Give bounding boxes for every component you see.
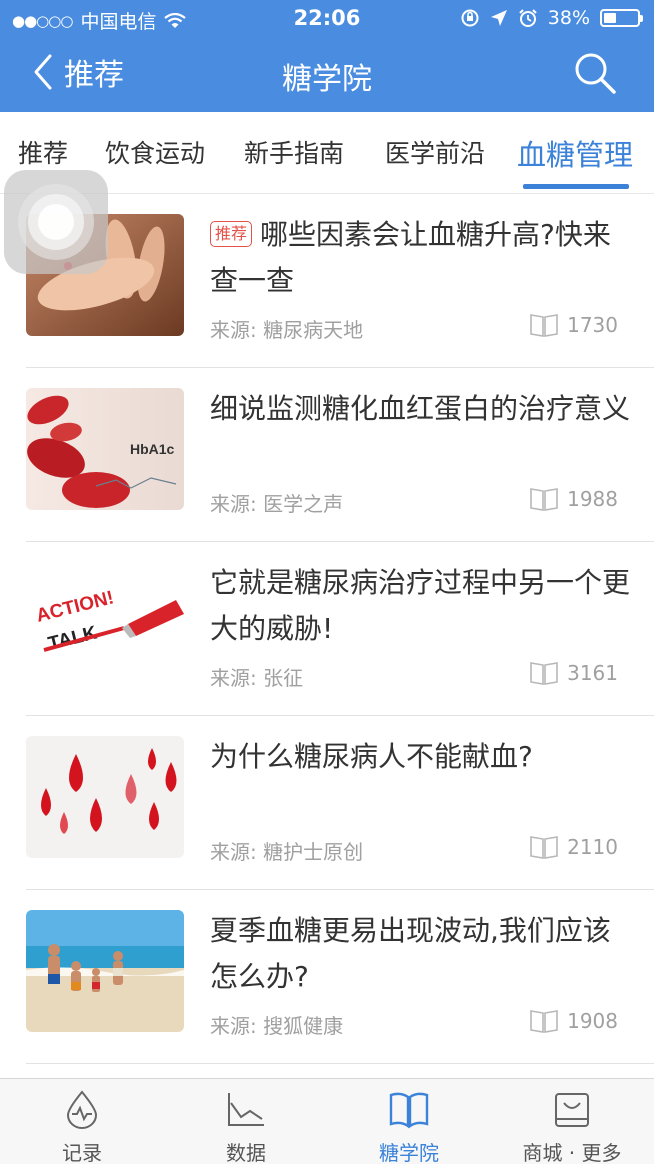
article-source: 来源: 医学之声: [210, 492, 344, 516]
tabbar-record[interactable]: 记录: [0, 1079, 164, 1164]
read-count-value: 1908: [567, 1009, 618, 1033]
article-title-text: 哪些因素会让血糖升高?快来查一查: [210, 218, 611, 297]
tab-medical-frontier[interactable]: 医学前沿: [385, 134, 485, 170]
article-source: 来源: 张征: [210, 666, 304, 690]
article-thumbnail: ACTION! TALK: [26, 562, 184, 684]
hba1c-label: HbA1c: [130, 441, 175, 457]
line-chart-icon: [228, 1093, 264, 1126]
battery-icon: [600, 9, 643, 27]
article-thumbnail: [26, 736, 184, 858]
list-item[interactable]: ACTION! TALK 它就是糖尿病治疗过程中另一个更大的威胁! 来源: 张征…: [26, 542, 654, 716]
list-item[interactable]: HbA1c 细说监测糖化血红蛋白的治疗意义 来源: 医学之声 1988: [26, 368, 654, 542]
nav-bar: 推荐 糖学院: [0, 38, 654, 112]
article-title: 夏季血糖更易出现波动,我们应该怎么办?: [210, 914, 611, 993]
tabbar-data[interactable]: 数据: [164, 1079, 328, 1164]
header: ●●○○○ 中国电信 22:06 38% 推荐 糖学院: [0, 0, 654, 112]
book-icon: [530, 1010, 558, 1033]
book-icon: [389, 1092, 429, 1129]
list-item[interactable]: 夏季血糖更易出现波动,我们应该怎么办? 来源: 搜狐健康 1908: [26, 890, 654, 1064]
tabbar-label: 记录: [62, 1141, 102, 1164]
tabbar-label: 商城 · 更多: [522, 1141, 622, 1164]
assistive-touch-button[interactable]: [4, 170, 108, 274]
tabbar-shop-more[interactable]: 商城 · 更多: [490, 1079, 654, 1164]
article-thumbnail: [26, 910, 184, 1032]
read-count-value: 2110: [567, 835, 618, 859]
tab-recommended[interactable]: 推荐: [18, 134, 68, 170]
battery-fill: [604, 13, 616, 23]
red-blood-cells-hba1c-photo: HbA1c: [26, 388, 184, 510]
bottom-tab-bar: 记录 数据 糖学院 商城 · 更多: [0, 1078, 654, 1164]
battery-percent: 38%: [547, 7, 590, 29]
action-talk-marker-photo: ACTION! TALK: [26, 562, 184, 684]
book-icon: [530, 488, 558, 511]
read-count: 1730: [529, 312, 618, 338]
article-title: 它就是糖尿病治疗过程中另一个更大的威胁!: [210, 566, 631, 645]
drop-pulse-icon: [66, 1090, 98, 1129]
read-count-value: 1730: [567, 313, 618, 337]
book-icon: [530, 836, 558, 859]
article-source: 来源: 糖尿病天地: [210, 318, 364, 342]
page-title: 糖学院: [282, 62, 372, 97]
article-source: 来源: 糖护士原创: [210, 840, 364, 864]
family-beach-photo: [26, 910, 184, 1032]
active-tab-indicator: [523, 184, 629, 189]
tabbar-academy[interactable]: 糖学院: [327, 1079, 491, 1164]
tabbar-label: 数据: [226, 1141, 266, 1164]
article-title: 推荐 哪些因素会让血糖升高?快来查一查: [210, 212, 630, 304]
recommend-tag: 推荐: [210, 221, 253, 247]
read-count: 1908: [529, 1008, 618, 1034]
location-arrow-icon: [490, 10, 507, 26]
article-list: 推荐 哪些因素会让血糖升高?快来查一查 来源: 糖尿病天地 1730 HbA1c …: [0, 194, 654, 1064]
tab-beginner-guide[interactable]: 新手指南: [244, 134, 344, 170]
read-count: 2110: [529, 834, 618, 860]
blood-drops-photo: [26, 736, 184, 858]
article-title: 为什么糖尿病人不能献血?: [210, 740, 533, 773]
alarm-icon: [519, 9, 537, 27]
read-count-value: 1988: [567, 487, 618, 511]
read-count: 1988: [529, 486, 618, 512]
tab-glucose-management[interactable]: 血糖管理: [517, 132, 633, 174]
orientation-lock-icon: [461, 9, 479, 27]
list-item[interactable]: 为什么糖尿病人不能献血? 来源: 糖护士原创 2110: [26, 716, 654, 890]
tab-diet-exercise[interactable]: 饮食运动: [105, 134, 205, 170]
book-icon: [530, 314, 558, 337]
read-count-value: 3161: [567, 661, 618, 685]
shopping-bag-icon: [555, 1093, 589, 1127]
article-title: 细说监测糖化血红蛋白的治疗意义: [210, 392, 631, 425]
tabbar-label: 糖学院: [379, 1141, 439, 1164]
list-item[interactable]: 推荐 哪些因素会让血糖升高?快来查一查 来源: 糖尿病天地 1730: [26, 194, 654, 368]
book-icon: [530, 662, 558, 685]
article-source: 来源: 搜狐健康: [210, 1014, 344, 1038]
read-count: 3161: [529, 660, 618, 686]
status-bar: ●●○○○ 中国电信 22:06 38%: [0, 0, 654, 38]
search-icon[interactable]: [572, 50, 618, 96]
article-thumbnail: HbA1c: [26, 388, 184, 510]
